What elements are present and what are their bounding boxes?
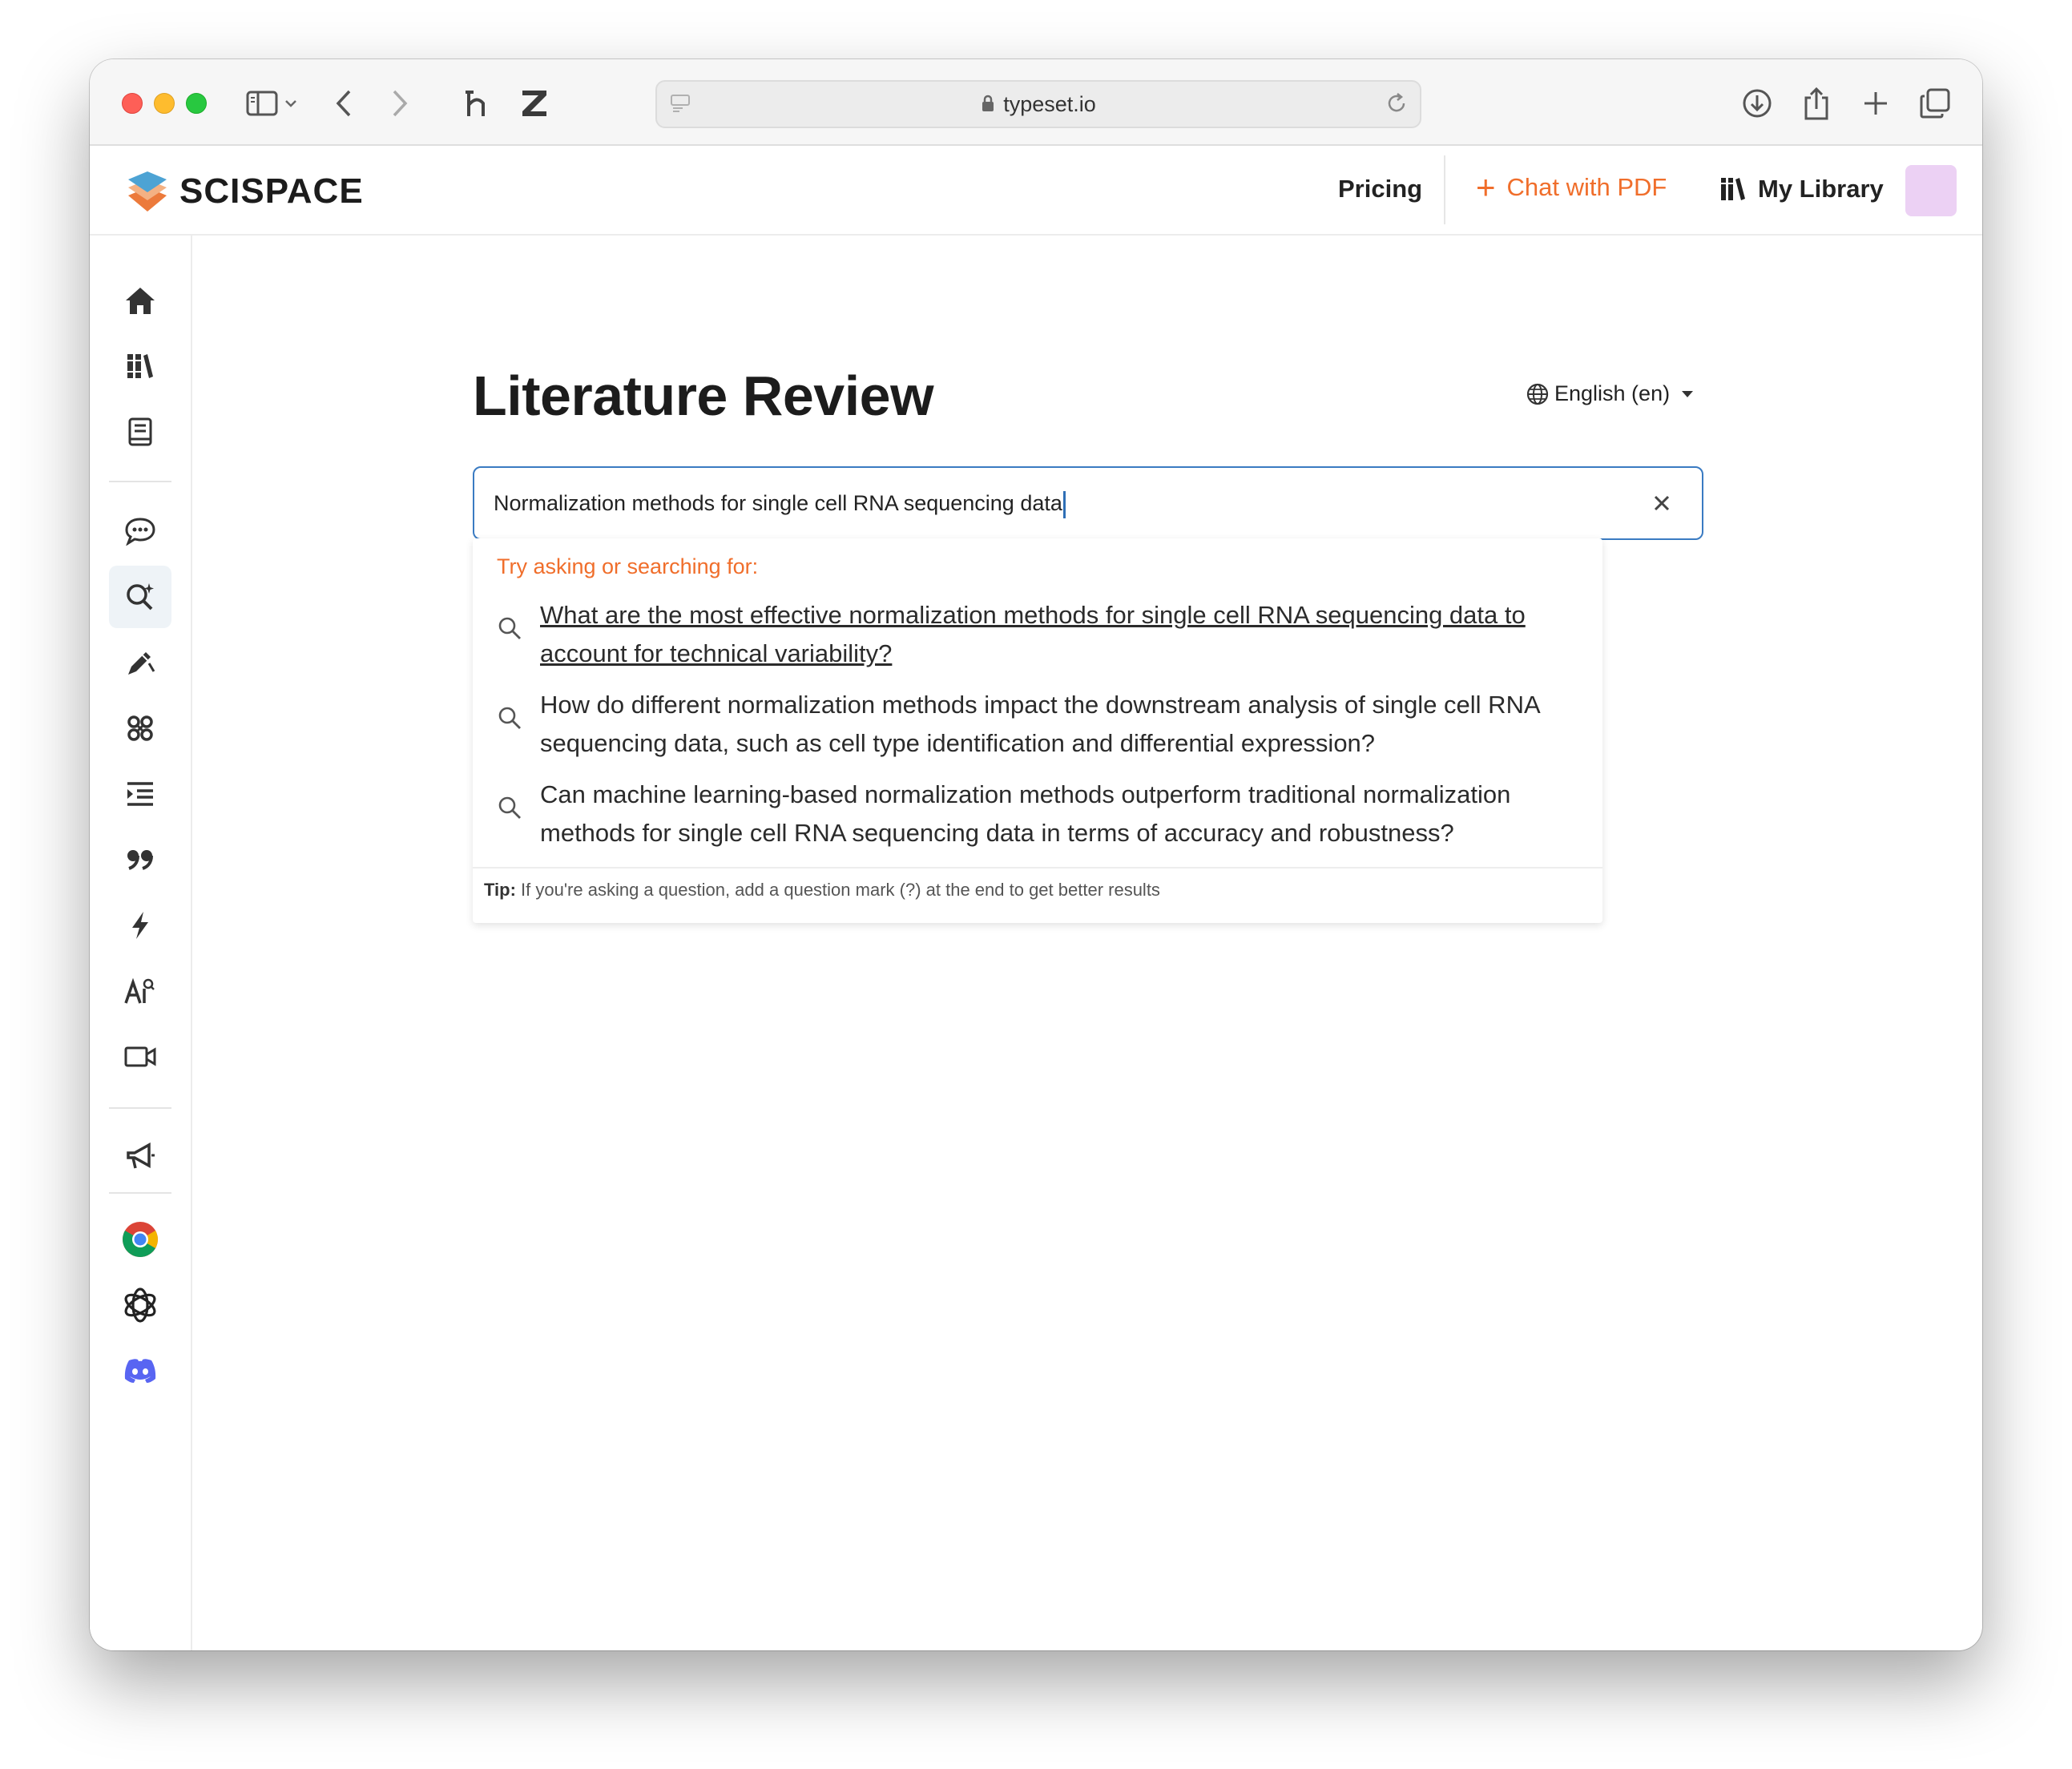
sidebar-item-chrome-extension[interactable] xyxy=(109,1208,171,1271)
sidebar-item-write[interactable] xyxy=(109,631,171,694)
language-label: English (en) xyxy=(1554,381,1671,405)
browser-toolbar: typeset.io xyxy=(90,59,1982,146)
sidebar-item-chatgpt-plugin[interactable] xyxy=(109,1274,171,1336)
sidebar-divider xyxy=(109,481,171,482)
scispace-logo[interactable]: SCISPACE xyxy=(127,170,364,213)
search-input[interactable]: Normalization methods for single cell RN… xyxy=(494,468,1066,538)
sidebar-divider xyxy=(109,1107,171,1109)
avatar[interactable] xyxy=(1905,165,1957,216)
tip-text: If you're asking a question, add a quest… xyxy=(521,880,1160,900)
suggestion-text: How do different normalization methods i… xyxy=(540,691,1539,757)
chat-with-pdf-label: Chat with PDF xyxy=(1506,173,1667,201)
sidebar-item-topics[interactable] xyxy=(109,697,171,760)
suggestion-item[interactable]: How do different normalization methods i… xyxy=(497,686,1586,766)
logo-text: SCISPACE xyxy=(179,171,364,211)
sidebar-item-video[interactable] xyxy=(109,1026,171,1088)
suggestion-item[interactable]: What are the most effective normalizatio… xyxy=(497,596,1586,676)
literature-review-search-icon xyxy=(127,583,154,610)
suggestions-heading: Try asking or searching for: xyxy=(497,554,759,578)
suggestion-text: Can machine learning-based normalization… xyxy=(540,780,1511,847)
forward-icon[interactable] xyxy=(380,83,420,123)
sidebar-item-notebook[interactable] xyxy=(109,401,171,463)
suggestion-item[interactable]: Can machine learning-based normalization… xyxy=(497,776,1586,856)
paraphrase-icon xyxy=(127,782,153,806)
hypothesis-extension-icon[interactable] xyxy=(458,83,498,123)
library-icon xyxy=(127,354,153,378)
openai-icon xyxy=(124,1287,156,1323)
search-input-value: Normalization methods for single cell RN… xyxy=(494,491,1062,515)
sidebar-item-copilot[interactable] xyxy=(109,894,171,957)
search-box[interactable]: Normalization methods for single cell RN… xyxy=(473,466,1703,540)
sidebar-item-announcements[interactable] xyxy=(109,1125,171,1187)
sidebar-item-citation[interactable] xyxy=(109,828,171,891)
suggestion-text: What are the most effective normalizatio… xyxy=(540,601,1526,667)
pricing-link[interactable]: Pricing xyxy=(1338,175,1422,203)
topics-icon xyxy=(127,715,153,741)
pen-icon xyxy=(128,652,155,675)
chevron-down-icon[interactable] xyxy=(279,83,303,123)
search-icon xyxy=(498,707,521,729)
page-title: Literature Review xyxy=(473,365,934,427)
downloads-icon[interactable] xyxy=(1737,83,1777,123)
chat-with-pdf-button[interactable]: + Chat with PDF xyxy=(1476,168,1667,206)
ai-detector-icon xyxy=(124,977,155,1004)
sidebar-toggle-icon[interactable] xyxy=(242,83,282,123)
sidebar-divider xyxy=(109,1192,171,1194)
zoom-window-button[interactable] xyxy=(186,93,207,114)
sidebar-item-ai-detector[interactable] xyxy=(109,960,171,1022)
sidebar-item-paraphraser[interactable] xyxy=(109,763,171,825)
sidebar-item-home[interactable] xyxy=(109,269,171,332)
lightning-icon xyxy=(132,912,148,939)
app-header: SCISPACE Pricing + Chat with PDF My Libr… xyxy=(90,146,1982,236)
dropdown-divider xyxy=(473,867,1602,868)
close-window-button[interactable] xyxy=(122,93,143,114)
chat-icon xyxy=(125,518,155,546)
sidebar-item-chat[interactable] xyxy=(109,500,171,562)
sidebar xyxy=(90,236,192,1650)
header-divider xyxy=(1444,155,1445,224)
my-library-label: My Library xyxy=(1758,175,1884,203)
browser-window: typeset.io SCISPACE Pricing + Chat with … xyxy=(90,59,1982,1650)
tab-overview-icon[interactable] xyxy=(1915,83,1955,123)
address-bar[interactable]: typeset.io xyxy=(655,80,1421,128)
tip-label: Tip: xyxy=(484,880,516,900)
video-icon xyxy=(124,1046,156,1067)
reload-icon[interactable] xyxy=(1385,91,1409,119)
sidebar-item-library[interactable] xyxy=(109,335,171,397)
caret-down-icon xyxy=(1682,390,1694,397)
share-icon[interactable] xyxy=(1796,83,1836,123)
back-icon[interactable] xyxy=(324,83,364,123)
plus-icon: + xyxy=(1476,168,1496,206)
notebook-icon xyxy=(128,417,152,446)
minimize-window-button[interactable] xyxy=(154,93,175,114)
globe-icon xyxy=(1526,383,1549,405)
scispace-logo-icon xyxy=(128,171,167,212)
home-icon xyxy=(126,288,155,314)
new-tab-icon[interactable] xyxy=(1856,83,1896,123)
my-library-button[interactable]: My Library xyxy=(1719,175,1884,203)
search-icon xyxy=(498,617,521,639)
sidebar-item-literature-review[interactable] xyxy=(109,566,171,628)
url-text: typeset.io xyxy=(1003,92,1096,116)
chrome-icon xyxy=(123,1222,158,1257)
megaphone-icon xyxy=(127,1142,155,1169)
text-cursor xyxy=(1062,490,1066,518)
zotero-extension-icon[interactable] xyxy=(514,83,554,123)
language-selector[interactable]: English (en) xyxy=(1526,381,1699,406)
library-icon xyxy=(1721,178,1745,200)
discord-icon xyxy=(124,1359,156,1383)
citation-quote-icon xyxy=(127,850,153,870)
suggestions-dropdown: Try asking or searching for: What are th… xyxy=(473,538,1602,923)
search-tip: Tip: If you're asking a question, add a … xyxy=(484,880,1160,901)
sidebar-item-discord[interactable] xyxy=(109,1340,171,1402)
lock-icon xyxy=(981,83,995,128)
search-icon xyxy=(498,796,521,819)
clear-search-icon[interactable] xyxy=(1651,492,1673,514)
